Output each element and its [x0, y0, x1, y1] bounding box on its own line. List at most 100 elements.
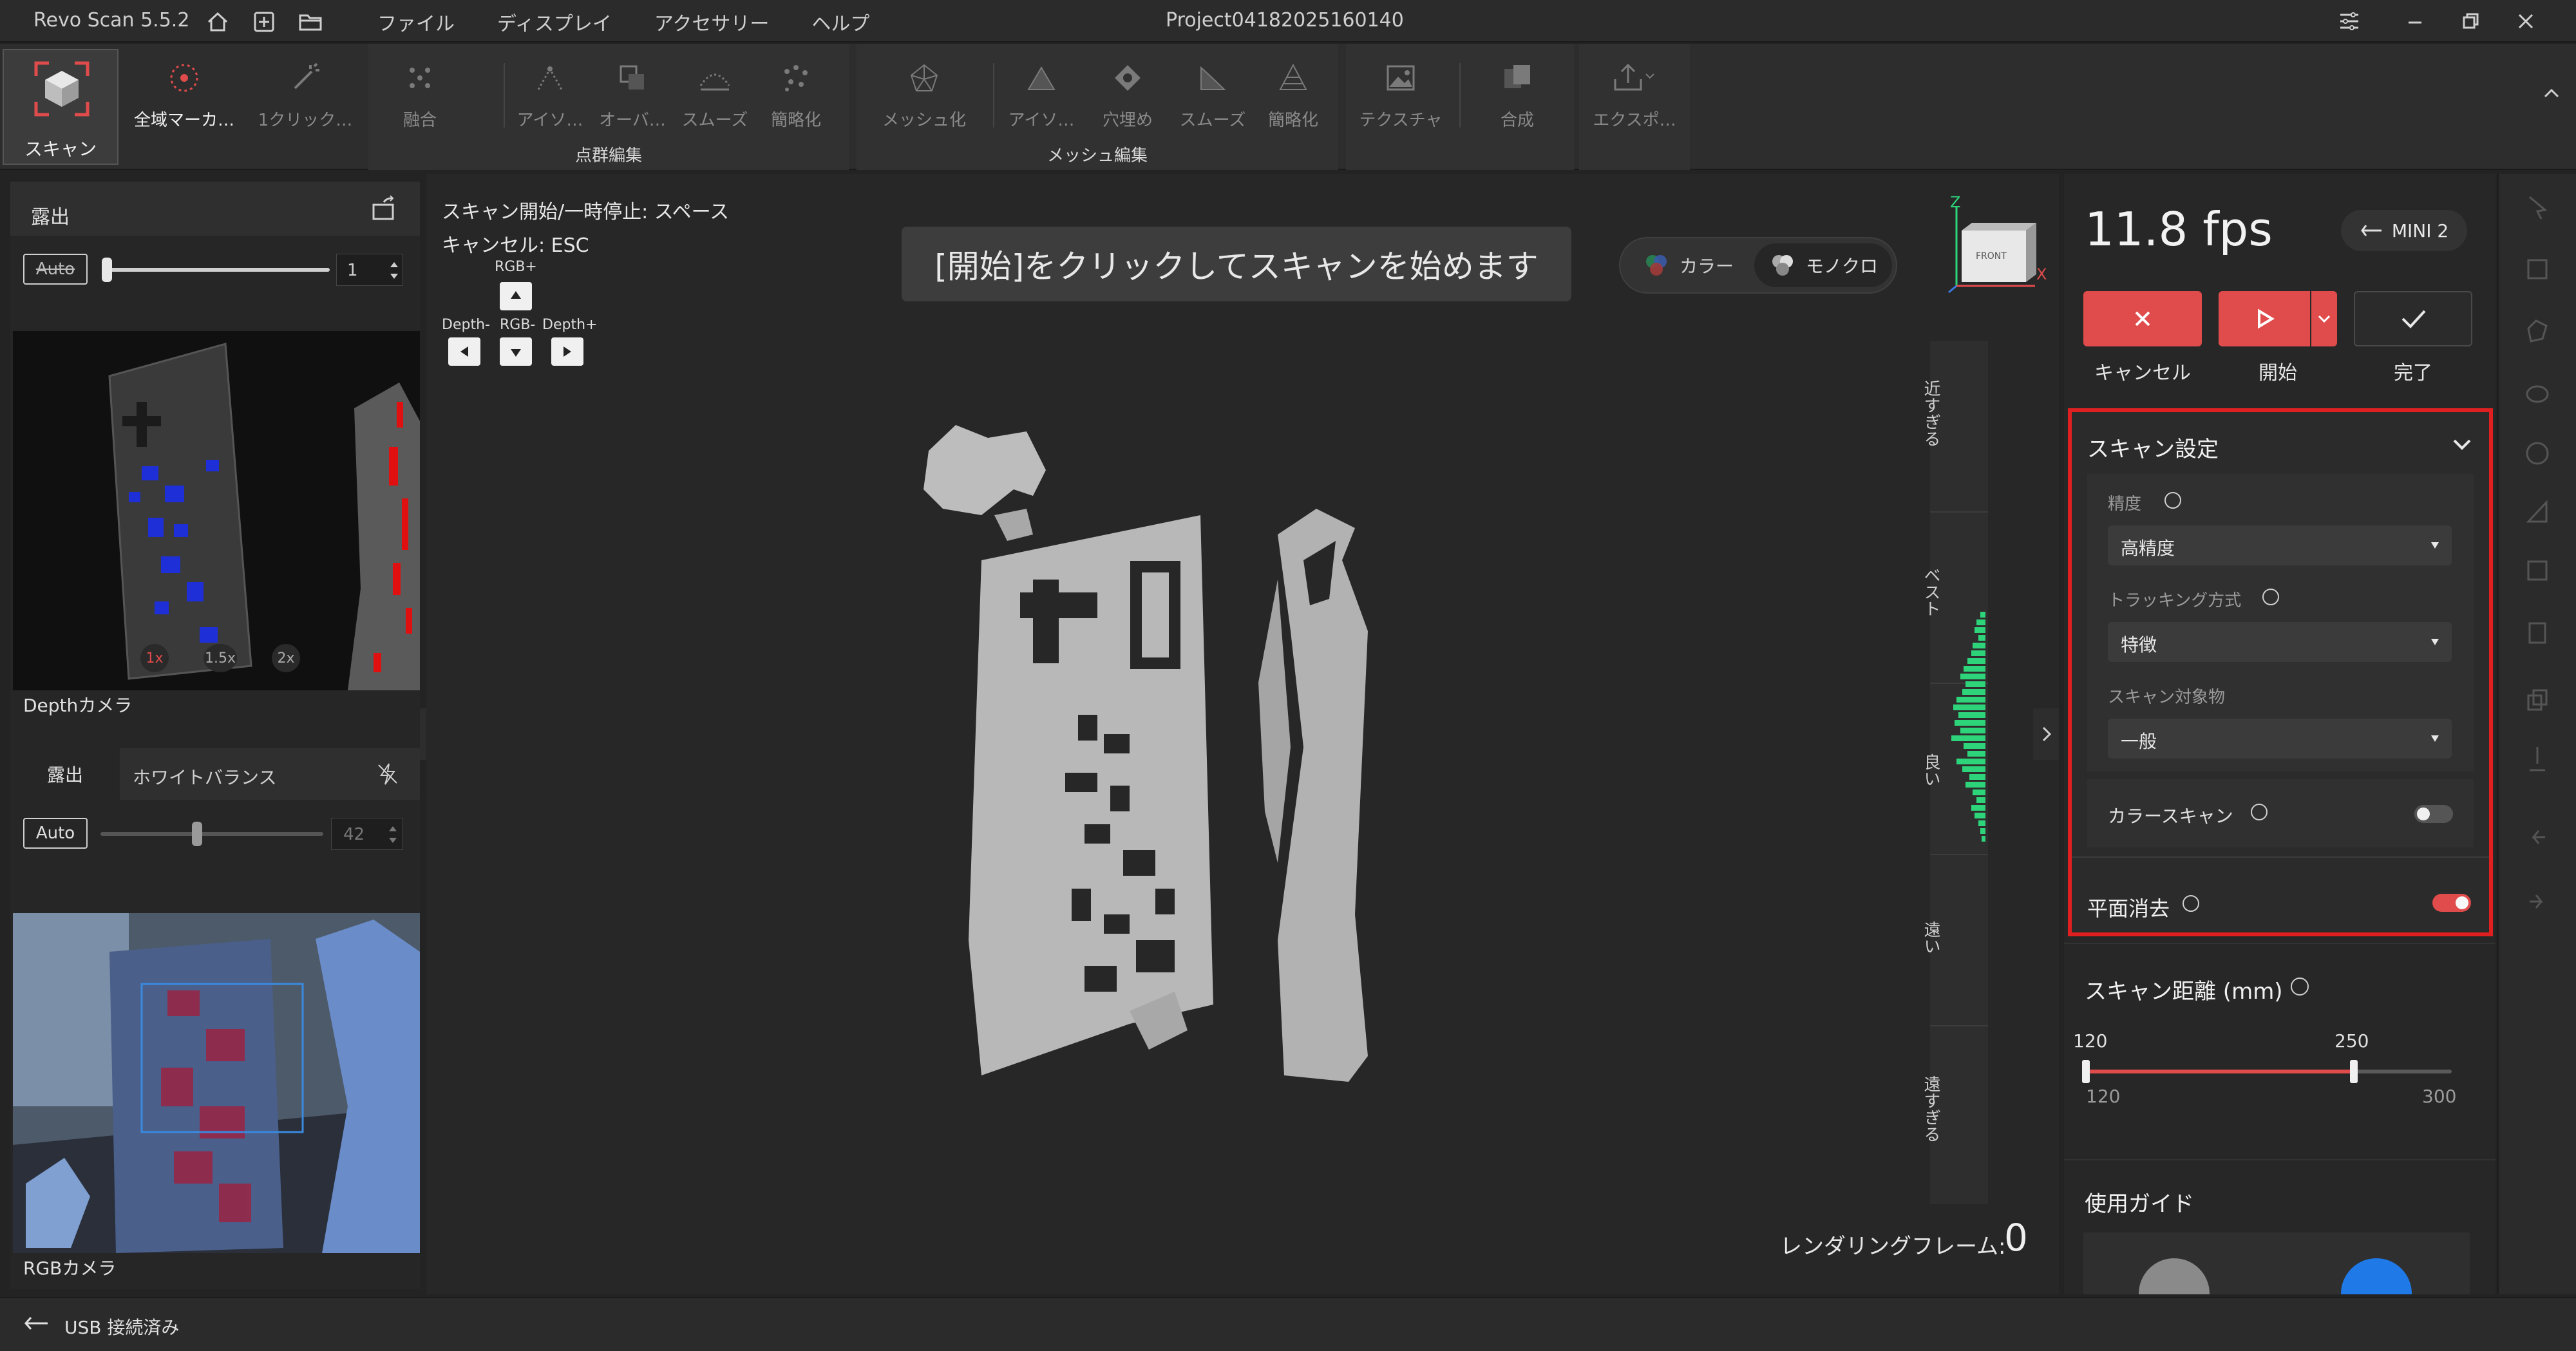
cancel-button[interactable]	[2083, 291, 2202, 346]
depth-exposure-input[interactable]: 1	[336, 254, 403, 286]
exposure-header: 露出	[10, 182, 420, 236]
device-badge[interactable]: MINI 2	[2341, 210, 2467, 251]
mono-mode-button[interactable]: モノクロ	[1754, 243, 1892, 287]
rgb-plus-key[interactable]	[500, 282, 532, 310]
3d-viewport[interactable]: スキャン開始/一時停止: スペース キャンセル: ESC RGB+ Depth-…	[426, 174, 2059, 1294]
tab-white-balance[interactable]: ホワイトバランス	[133, 764, 276, 789]
scan-distance-min-handle[interactable]	[2082, 1060, 2090, 1083]
close-icon	[2135, 311, 2150, 326]
rgb-exposure-slider[interactable]	[100, 832, 323, 836]
plane-removal-toggle[interactable]	[2432, 894, 2471, 912]
check-icon	[2401, 310, 2426, 328]
scan-distance-max-handle[interactable]	[2350, 1060, 2358, 1083]
fuse-button[interactable]: 融合	[381, 49, 459, 146]
close-icon[interactable]	[2506, 5, 2545, 37]
meshing-label: メッシュ化	[882, 111, 966, 130]
export-button[interactable]: エクスポ…	[1583, 49, 1686, 146]
isolate-icon	[511, 49, 589, 107]
minimize-icon[interactable]	[2396, 5, 2434, 37]
mesh-simplify-button[interactable]: 簡略化	[1255, 49, 1332, 146]
flash-icon[interactable]	[375, 761, 401, 787]
tab-exposure[interactable]: 露出	[10, 748, 120, 800]
chevron-right-icon	[2042, 726, 2052, 742]
plane-removal-info-icon[interactable]	[2183, 895, 2199, 912]
rgb-camera-label: RGBカメラ	[23, 1258, 117, 1279]
point-cloud-edit-group: 融合 アイソ… オーバ… スムーズ 簡略化 点群編集	[368, 44, 849, 170]
color-mode-button[interactable]: カラー	[1627, 243, 1749, 287]
menu-display[interactable]: ディスプレイ	[497, 8, 612, 36]
view-gizmo[interactable]: Z X FRONT	[1940, 193, 2049, 296]
depth-exposure-handle[interactable]	[102, 258, 112, 282]
distance-bar	[1965, 782, 1985, 788]
chevron-down-icon[interactable]	[2450, 433, 2474, 456]
zoom-1-5x-button[interactable]: 1.5x	[204, 644, 237, 672]
menu-accessory[interactable]: アクセサリー	[654, 8, 770, 36]
home-icon[interactable]	[204, 8, 232, 36]
mesh-isolate-label: アイソ…	[1008, 111, 1075, 130]
accuracy-select[interactable]: 高精度	[2108, 525, 2452, 565]
new-project-icon[interactable]	[250, 8, 278, 36]
merge-button[interactable]: 合成	[1472, 49, 1562, 146]
depth-exposure-row: Auto 1	[10, 251, 420, 290]
zoom-2x-button[interactable]: 2x	[272, 644, 300, 672]
smooth-icon	[676, 49, 753, 107]
rgb-exposure-input[interactable]: 42	[331, 818, 403, 850]
one-click-button[interactable]: 1クリック…	[247, 49, 363, 146]
simplify-icon	[757, 49, 835, 107]
depth-auto-button[interactable]: Auto	[23, 254, 88, 285]
scan-button[interactable]: スキャン	[3, 49, 118, 165]
collapse-toolbar-icon[interactable]	[2539, 80, 2564, 106]
restore-icon[interactable]	[2451, 5, 2490, 37]
accuracy-info-icon[interactable]	[2164, 492, 2181, 509]
overlap-button[interactable]: オーバ…	[594, 49, 671, 146]
settings-icon[interactable]	[2330, 5, 2369, 37]
start-options-button[interactable]	[2311, 291, 2337, 346]
collapse-right-panel[interactable]	[2033, 708, 2059, 760]
object-label: スキャン対象物	[2108, 688, 2226, 707]
depth-minus-key[interactable]	[448, 337, 480, 366]
rgb-exposure-handle[interactable]	[192, 822, 202, 846]
mesh-isolate-button[interactable]: アイソ…	[999, 49, 1083, 146]
depth-plus-key[interactable]	[551, 337, 583, 366]
scan-distance-title: スキャン距離 (mm)	[2085, 979, 2283, 1005]
rgb-minus-key[interactable]	[500, 337, 532, 366]
smooth-label: スムーズ	[681, 111, 748, 130]
menu-file[interactable]: ファイル	[377, 8, 455, 36]
distance-far-label: 遠い	[1921, 921, 1940, 954]
usage-guide-preview[interactable]	[2083, 1233, 2470, 1294]
start-button[interactable]	[2219, 291, 2310, 346]
isolate-button[interactable]: アイソ…	[511, 49, 589, 146]
texture-button[interactable]: テクスチャ	[1352, 49, 1449, 146]
color-scan-info-icon[interactable]	[2251, 804, 2268, 820]
rgb-minus-label: RGB-	[500, 317, 536, 333]
usage-guide-title: 使用ガイド	[2085, 1191, 2194, 1217]
distance-bar	[1967, 658, 1985, 664]
scan-distance-info-icon[interactable]	[2291, 978, 2309, 996]
usb-status: USB 接続済み	[64, 1317, 180, 1338]
rotate-camera-icon[interactable]	[368, 194, 398, 224]
tracking-info-icon[interactable]	[2262, 589, 2279, 605]
global-marker-button[interactable]: 全域マーカ…	[126, 49, 242, 146]
mesh-smooth-button[interactable]: スムーズ	[1171, 49, 1255, 146]
exposure-title: 露出	[31, 206, 70, 229]
folder-icon[interactable]	[296, 8, 325, 36]
zoom-1-5x-label: 1.5x	[204, 650, 236, 666]
menu-help[interactable]: ヘルプ	[811, 8, 869, 36]
rgb-auto-button[interactable]: Auto	[23, 818, 88, 849]
project-title: Project04182025160140	[1166, 9, 1404, 32]
depth-exposure-slider[interactable]	[104, 268, 330, 272]
fill-holes-label: 穴埋め	[1102, 111, 1153, 130]
guide-blue-thumbnail[interactable]	[2341, 1258, 2412, 1294]
fill-holes-button[interactable]: 穴埋め	[1086, 49, 1170, 146]
smooth-button[interactable]: スムーズ	[676, 49, 753, 146]
zoom-1x-button[interactable]: 1x	[140, 644, 169, 672]
done-button[interactable]	[2354, 291, 2472, 346]
distance-too-far-label: 遠すぎる	[1921, 1075, 1940, 1142]
color-scan-toggle[interactable]	[2414, 805, 2453, 823]
meshing-button[interactable]: メッシュ化	[869, 49, 979, 146]
scanned-point-cloud	[923, 425, 1368, 1082]
simplify-button[interactable]: 簡略化	[757, 49, 835, 146]
guide-bust-thumbnail[interactable]	[2139, 1258, 2210, 1294]
object-select[interactable]: 一般	[2108, 719, 2452, 759]
tracking-select[interactable]: 特徴	[2108, 622, 2452, 662]
